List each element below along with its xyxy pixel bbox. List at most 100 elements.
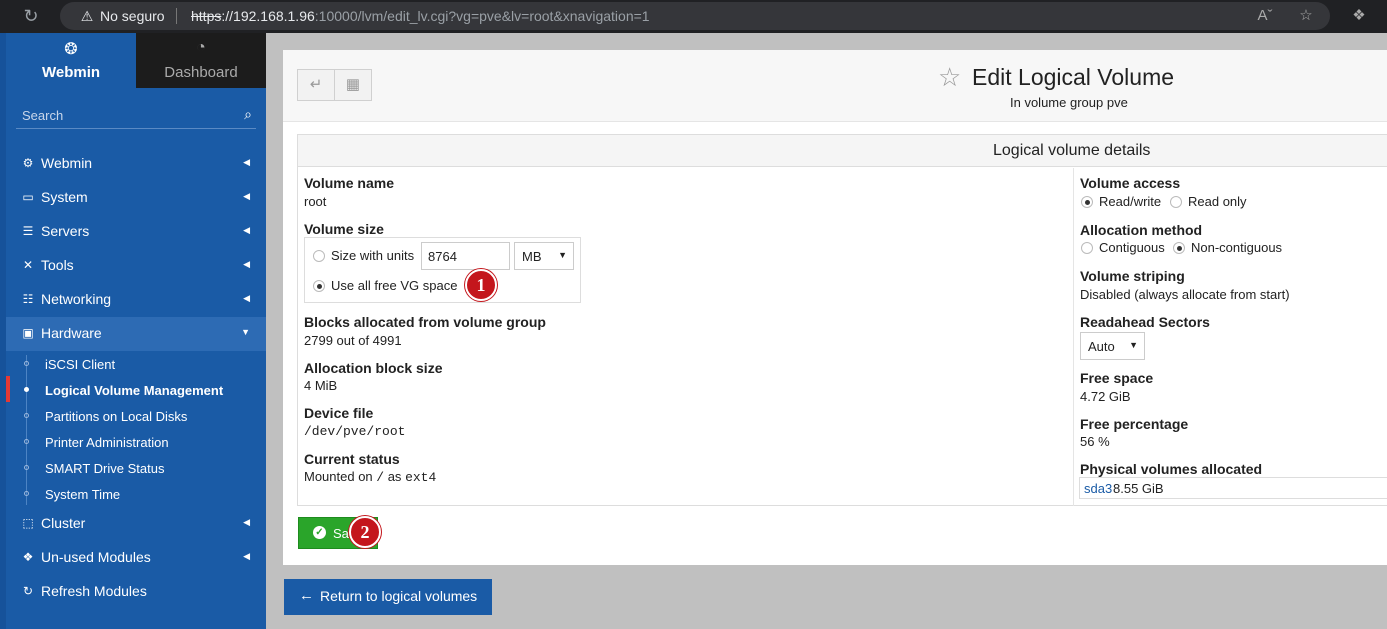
use-all-free-radio[interactable] [313, 280, 325, 292]
grid-icon: ▦ [345, 76, 361, 93]
size-value-input[interactable]: 8764 [421, 242, 510, 270]
device-file-label: Device file [304, 405, 374, 421]
annotation-badge-1: 1 [465, 269, 497, 301]
blocks-value: 2799 out of 4991 [304, 333, 402, 348]
read-only-label: Read only [1188, 194, 1247, 209]
sidebar-item-cluster[interactable]: ⬚ Cluster ◀ [6, 507, 266, 541]
readahead-value: Auto [1088, 339, 1115, 354]
use-all-free-label: Use all free VG space [331, 278, 458, 293]
sidebar-item-webmin[interactable]: ⚙ Webmin ◀ [6, 147, 266, 181]
sidebar-subitem-smart[interactable]: SMART Drive Status [6, 455, 266, 481]
back-button[interactable]: ↵ [297, 69, 335, 101]
sidebar-item-label: Un-used Modules [41, 549, 151, 565]
return-to-logical-volumes-button[interactable]: ← Return to logical volumes [284, 579, 492, 615]
sidebar-subitem-system-time[interactable]: System Time [6, 481, 266, 507]
puzzle-icon: ❖ [22, 550, 34, 564]
volume-striping-label: Volume striping [1080, 268, 1185, 284]
readahead-label: Readahead Sectors [1080, 314, 1210, 330]
sidebar-item-label: Cluster [41, 515, 86, 531]
free-space-value: 4.72 GiB [1080, 389, 1131, 404]
sidebar-item-system[interactable]: ▭ System ◀ [6, 181, 266, 215]
sidebar-subitem-iscsi-client[interactable]: iSCSI Client [6, 351, 266, 377]
sidebar-item-label: Servers [41, 223, 90, 239]
size-unit-select[interactable]: MB ▼ [514, 242, 574, 270]
bullet-icon [24, 361, 29, 366]
sidebar-subitem-printer[interactable]: Printer Administration [6, 429, 266, 455]
bullet-icon [24, 465, 29, 470]
panel-header: Logical volume details [298, 135, 1387, 167]
sidebar-item-label: Webmin [41, 155, 93, 171]
read-write-label: Read/write [1099, 194, 1162, 209]
bullet-icon [24, 387, 29, 392]
sidebar-subitem-label: System Time [45, 487, 121, 502]
favorite-star-icon[interactable]: ☆ [938, 62, 961, 93]
free-percentage-value: 56 % [1080, 434, 1110, 449]
free-percentage-label: Free percentage [1080, 416, 1189, 432]
pv-link[interactable]: sda3 [1084, 481, 1112, 496]
sidebar-item-label: Networking [41, 291, 112, 307]
security-label[interactable]: No seguro [100, 8, 165, 24]
physical-volume-row: sda3 8.55 GiB [1079, 477, 1387, 499]
favorite-star-icon[interactable]: ☆ [1296, 6, 1316, 26]
return-arrow-icon: ↵ [309, 76, 323, 93]
volume-size-label: Volume size [304, 221, 384, 237]
alloc-block-size-value: 4 MiB [304, 378, 338, 393]
tab-dashboard-label: Dashboard [164, 64, 238, 81]
sidebar-subitem-partitions[interactable]: Partitions on Local Disks [6, 403, 266, 429]
reload-icon[interactable]: ↻ [20, 5, 42, 27]
sidebar-item-refresh-modules[interactable]: ↻ Refresh Modules [6, 575, 266, 609]
caret-left-icon: ◀ [243, 517, 250, 527]
free-space-label: Free space [1080, 370, 1154, 386]
sidebar-item-servers[interactable]: ☰ Servers ◀ [6, 215, 266, 249]
browser-toolbar: ↻ ⚠ No seguro https://192.168.1.96:10000… [0, 0, 1387, 33]
volume-striping-value: Disabled (always allocate from start) [1080, 287, 1290, 302]
dropdown-caret-icon: ▼ [1129, 340, 1138, 350]
current-status-value: Mounted on / as ext4 [304, 469, 437, 485]
wrench-icon: ✕ [22, 258, 34, 272]
size-value-text: 8764 [428, 249, 457, 264]
search-input[interactable]: Search ⌕ [16, 103, 256, 129]
contiguous-label: Contiguous [1099, 240, 1165, 255]
bullet-icon [24, 439, 29, 444]
url-text[interactable]: https://192.168.1.96:10000/lvm/edit_lv.c… [191, 8, 650, 24]
grid-button[interactable]: ▦ [334, 69, 372, 101]
layers-icon: ⬚ [22, 516, 34, 530]
read-only-radio[interactable] [1170, 196, 1182, 208]
contiguous-radio[interactable] [1081, 242, 1093, 254]
save-button-label: Sa [333, 526, 349, 541]
readahead-select[interactable]: Auto ▼ [1080, 332, 1145, 360]
address-bar[interactable]: ⚠ No seguro https://192.168.1.96:10000/l… [60, 2, 1330, 30]
monitor-icon: ▭ [22, 190, 34, 204]
sidebar-subitem-label: Logical Volume Management [45, 383, 224, 398]
tab-dashboard[interactable]: ◔ Dashboard [136, 33, 266, 88]
sidebar-item-label: System [41, 189, 88, 205]
check-circle-icon: ✓ [313, 526, 326, 539]
sidebar-item-unused-modules[interactable]: ❖ Un-used Modules ◀ [6, 541, 266, 575]
read-aloud-icon[interactable]: Aˇ [1255, 6, 1275, 26]
extensions-icon[interactable]: ❖ [1349, 6, 1369, 26]
page-title: Edit Logical Volume [972, 64, 1175, 90]
non-contiguous-radio[interactable] [1173, 242, 1185, 254]
size-unit-value: MB [522, 249, 542, 264]
sidebar-subitem-label: iSCSI Client [45, 357, 116, 372]
sidebar-subitem-lvm[interactable]: Logical Volume Management [6, 377, 266, 403]
sidebar-item-hardware[interactable]: ▣ Hardware ▼ [6, 317, 266, 351]
caret-left-icon: ◀ [243, 551, 250, 561]
sidebar-item-networking[interactable]: ☷ Networking ◀ [6, 283, 266, 317]
dashboard-gauge-icon: ◔ [196, 39, 206, 56]
read-write-radio[interactable] [1081, 196, 1093, 208]
tab-webmin[interactable]: ❂ Webmin [6, 33, 136, 88]
bullet-icon [24, 413, 29, 418]
hdd-icon: ▣ [22, 326, 34, 340]
size-with-units-radio[interactable] [313, 250, 325, 262]
column-divider [1073, 168, 1074, 506]
refresh-icon: ↻ [22, 584, 34, 598]
bullet-icon [24, 491, 29, 496]
search-icon[interactable]: ⌕ [244, 106, 252, 123]
tab-webmin-label: Webmin [41, 64, 101, 81]
warning-icon[interactable]: ⚠ [78, 7, 96, 25]
size-with-units-label: Size with units [331, 248, 415, 263]
page-subtitle: In volume group pve [1010, 95, 1128, 110]
non-contiguous-label: Non-contiguous [1191, 240, 1283, 255]
sidebar-item-tools[interactable]: ✕ Tools ◀ [6, 249, 266, 283]
